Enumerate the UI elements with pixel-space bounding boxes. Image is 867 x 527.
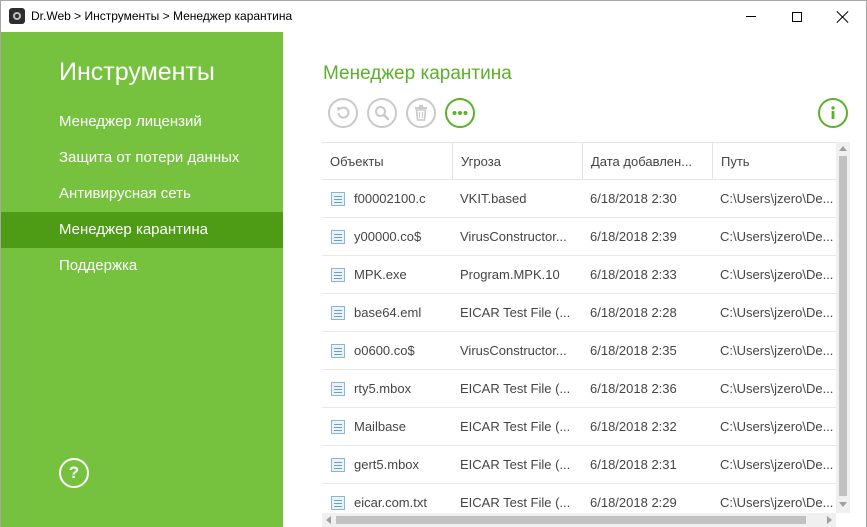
cell-object: rty5.mbox [354, 381, 412, 396]
cell-path: C:\Users\jzero\De... [720, 267, 834, 282]
cell-date: 6/18/2018 2:32 [590, 419, 677, 434]
cell-date: 6/18/2018 2:30 [590, 191, 677, 206]
cell-object: Mailbase [354, 419, 407, 434]
cell-threat: Program.MPK.10 [460, 267, 560, 282]
help-button[interactable]: ? [59, 458, 89, 488]
restore-button[interactable] [328, 98, 358, 128]
more-icon [452, 111, 468, 115]
maximize-icon [792, 11, 802, 22]
cell-object: y00000.co$ [354, 229, 422, 244]
app-window: Dr.Web > Инструменты > Менеджер карантин… [0, 0, 867, 527]
cell-threat: EICAR Test File (... [460, 457, 571, 472]
table-body: f00002100.c VKIT.based 6/18/2018 2:30 C:… [322, 180, 836, 522]
scroll-up-arrow-icon[interactable] [839, 146, 847, 151]
page-title: Менеджер карантина [323, 63, 512, 84]
info-icon [831, 106, 835, 119]
title-bar: Dr.Web > Инструменты > Менеджер карантин… [1, 1, 866, 32]
cell-threat: VirusConstructor... [460, 229, 567, 244]
scroll-down-arrow-icon[interactable] [839, 502, 847, 507]
table-row[interactable]: Mailbase EICAR Test File (... 6/18/2018 … [322, 408, 836, 446]
cell-threat: VirusConstructor... [460, 343, 567, 358]
table-row[interactable]: f00002100.c VKIT.based 6/18/2018 2:30 C:… [322, 180, 836, 218]
table-row[interactable]: base64.eml EICAR Test File (... 6/18/201… [322, 294, 836, 332]
cell-date: 6/18/2018 2:39 [590, 229, 677, 244]
scroll-left-arrow-icon[interactable] [326, 516, 331, 524]
table-row[interactable]: y00000.co$ VirusConstructor... 6/18/2018… [322, 218, 836, 256]
table-row[interactable]: rty5.mbox EICAR Test File (... 6/18/2018… [322, 370, 836, 408]
cell-date: 6/18/2018 2:31 [590, 457, 677, 472]
column-header-objects[interactable]: Объекты [322, 143, 452, 180]
cell-path: C:\Users\jzero\De... [720, 381, 834, 396]
column-header-threat[interactable]: Угроза [452, 143, 582, 180]
horizontal-scrollbar[interactable] [322, 513, 836, 527]
minimize-icon [746, 16, 756, 17]
sidebar: Инструменты Менеджер лицензий Защита от … [1, 32, 283, 527]
sidebar-item-quarantine[interactable]: Менеджер карантина [1, 212, 283, 248]
cell-path: C:\Users\jzero\De... [720, 191, 834, 206]
vertical-scroll-thumb[interactable] [839, 156, 847, 496]
info-button[interactable] [818, 98, 848, 128]
cell-threat: VKIT.based [460, 191, 527, 206]
cell-date: 6/18/2018 2:35 [590, 343, 677, 358]
horizontal-scroll-thumb[interactable] [336, 516, 806, 524]
restore-icon [337, 106, 350, 119]
quarantine-table: Объекты Угроза Дата добавлен... Путь f00… [322, 142, 862, 527]
scroll-right-arrow-icon[interactable] [827, 516, 832, 524]
cell-path: C:\Users\jzero\De... [720, 229, 834, 244]
cell-threat: EICAR Test File (... [460, 305, 571, 320]
table-row[interactable]: o0600.co$ VirusConstructor... 6/18/2018 … [322, 332, 836, 370]
scan-icon [375, 106, 390, 121]
cell-object: gert5.mbox [354, 457, 420, 472]
close-icon [837, 11, 849, 23]
cell-date: 6/18/2018 2:28 [590, 305, 677, 320]
cell-path: C:\Users\jzero\De... [720, 305, 834, 320]
cell-object: base64.eml [354, 305, 422, 320]
cell-threat: EICAR Test File (... [460, 381, 571, 396]
column-header-path[interactable]: Путь [712, 143, 836, 180]
delete-button[interactable] [406, 98, 436, 128]
cell-path: C:\Users\jzero\De... [720, 457, 834, 472]
column-header-date-added[interactable]: Дата добавлен... [582, 143, 712, 180]
cell-object: o0600.co$ [354, 343, 415, 358]
trash-icon [415, 105, 427, 121]
vertical-scrollbar[interactable] [836, 142, 850, 513]
sidebar-nav: Менеджер лицензий Защита от потери данны… [1, 104, 283, 284]
cell-threat: EICAR Test File (... [460, 419, 571, 434]
cell-path: C:\Users\jzero\De... [720, 419, 834, 434]
table-row[interactable]: MPK.exe Program.MPK.10 6/18/2018 2:33 C:… [322, 256, 836, 294]
sidebar-item-data-loss-protection[interactable]: Защита от потери данных [1, 140, 283, 176]
table-header: Объекты Угроза Дата добавлен... Путь [322, 142, 836, 180]
sidebar-item-support[interactable]: Поддержка [1, 248, 283, 284]
sidebar-item-antivirus-network[interactable]: Антивирусная сеть [1, 176, 283, 212]
minimize-button[interactable] [728, 1, 774, 32]
cell-object: MPK.exe [354, 267, 407, 282]
close-button[interactable] [820, 1, 866, 32]
main-panel: Менеджер карантина Объекты Угроза Дата д… [283, 32, 866, 527]
scan-button[interactable] [367, 98, 397, 128]
cell-path: C:\Users\jzero\De... [720, 343, 834, 358]
cell-object: f00002100.c [354, 191, 426, 206]
sidebar-title: Инструменты [59, 58, 215, 86]
table-row[interactable]: gert5.mbox EICAR Test File (... 6/18/201… [322, 446, 836, 484]
maximize-button[interactable] [774, 1, 820, 32]
window-title: Dr.Web > Инструменты > Менеджер карантин… [31, 9, 293, 23]
cell-date: 6/18/2018 2:36 [590, 381, 677, 396]
more-button[interactable] [445, 98, 475, 128]
cell-date: 6/18/2018 2:33 [590, 267, 677, 282]
drweb-logo-icon [9, 8, 25, 24]
sidebar-item-licenses[interactable]: Менеджер лицензий [1, 104, 283, 140]
